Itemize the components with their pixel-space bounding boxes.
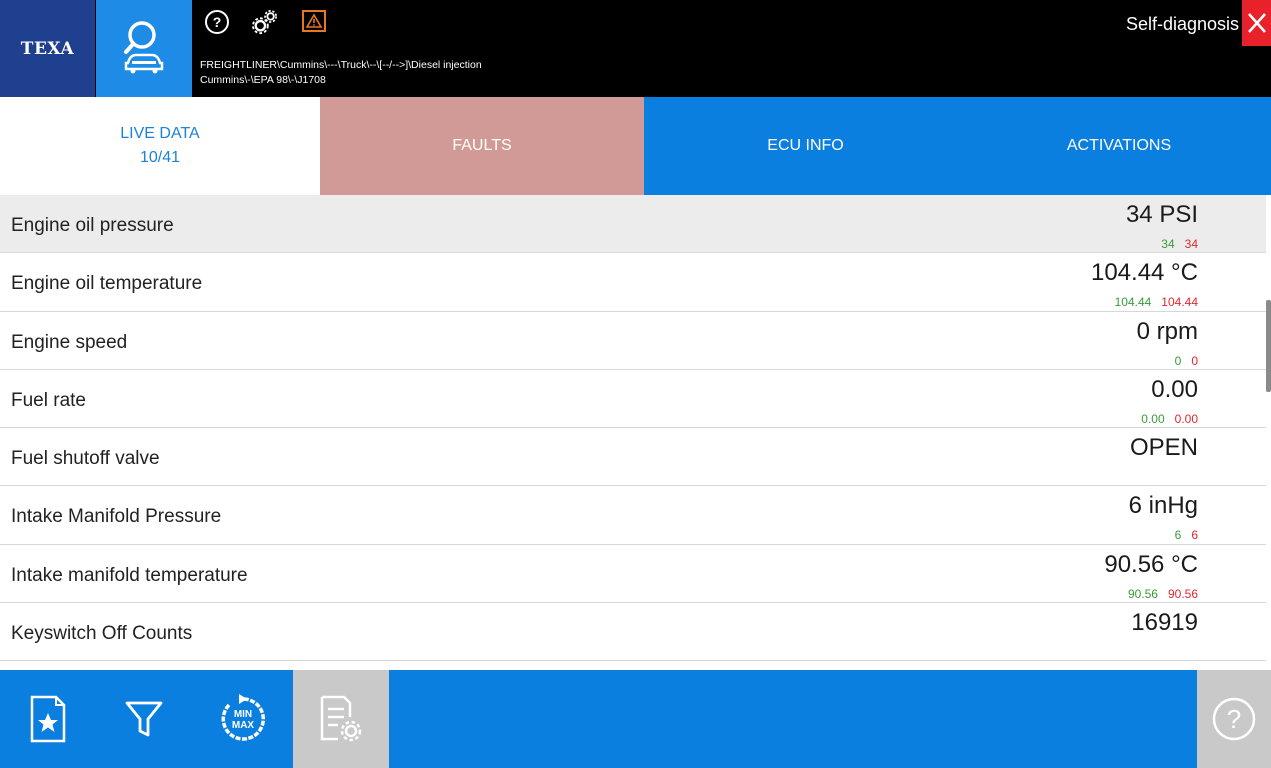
min-value: 6 [1174, 528, 1182, 543]
min-value: 104.44 [1114, 295, 1152, 310]
table-row[interactable]: Fuel shutoff valve OPEN [0, 428, 1266, 487]
min-value: 34 [1161, 237, 1175, 251]
parameter-value: 104.44 °C [1090, 259, 1198, 287]
diagnosis-search-car-icon [124, 20, 164, 73]
list-settings-button[interactable] [293, 670, 389, 768]
settings-gears-icon[interactable] [252, 9, 278, 35]
warning-icon[interactable] [301, 9, 327, 35]
parameter-value: 6 inHg [1128, 492, 1198, 520]
table-row[interactable]: Engine speed 0 rpm 00 [0, 311, 1266, 370]
parameter-name: Engine oil temperature [11, 273, 203, 295]
diagnosis-button[interactable] [96, 0, 192, 97]
tab-faults-label: FAULTS [452, 137, 512, 154]
min-max-reset-icon: MIN MAX [221, 694, 265, 741]
min-max-values: 66 [1175, 528, 1198, 542]
close-button[interactable] [1242, 0, 1271, 46]
section-tabs: LIVE DATA 10/41 FAULTS ECU INFO ACTIVATI… [0, 97, 1271, 195]
max-value: 0.00 [1174, 411, 1198, 426]
min-max-values: 34 34 [1161, 237, 1198, 251]
help-icon: ? [1212, 697, 1256, 741]
table-row[interactable]: Intake manifold temperature 90.56 °C 90.… [0, 544, 1266, 604]
table-row[interactable]: Keyswitch Off Counts 16919 [0, 603, 1266, 662]
max-value: 90.56 [1167, 586, 1198, 601]
parameter-value: 16919 [1131, 609, 1198, 637]
tab-activations-label: ACTIVATIONS [1066, 137, 1172, 154]
bottom-toolbar: MIN MAX ? [0, 670, 1271, 768]
min-value: 90.56 [1127, 586, 1158, 601]
logo-text: TEXA [20, 38, 75, 59]
parameter-name: Intake Manifold Pressure [11, 506, 222, 528]
tab-faults[interactable]: FAULTS [320, 97, 644, 195]
favorites-icon [30, 695, 65, 743]
table-row[interactable]: Intake Manifold Pressure 6 inHg 66 [0, 486, 1266, 545]
list-settings-icon [320, 695, 362, 742]
parameter-name: Fuel shutoff valve [11, 448, 160, 470]
parameter-name: Keyswitch Off Counts [11, 623, 193, 645]
parameter-value: 0.00 [1151, 375, 1198, 403]
max-value: 6 [1191, 528, 1198, 543]
min-max-values: 0.00 0.00 [1141, 412, 1198, 426]
page-title: Self-diagnosis [1125, 14, 1239, 34]
breadcrumb-line-2: Cummins\-\EPA 98\-\J1708 [200, 74, 326, 86]
tab-live-data-count: 10/41 [139, 149, 181, 166]
live-data-list: Engine oil pressure 34 PSI 34 34 Engine o… [0, 195, 1266, 670]
help-icon[interactable]: ? [204, 9, 230, 35]
tab-live-data-label: LIVE DATA [120, 125, 200, 142]
parameter-value: 34 PSI [1125, 201, 1198, 228]
parameter-name: Intake manifold temperature [11, 564, 248, 586]
tab-live-data[interactable]: LIVE DATA 10/41 [0, 97, 320, 195]
favorites-button[interactable] [0, 670, 95, 768]
texa-logo: TEXA [0, 0, 95, 97]
parameter-name: Engine oil pressure [11, 215, 174, 236]
filter-icon [125, 701, 163, 737]
tab-ecu-info[interactable]: ECU INFO [644, 97, 967, 195]
parameter-name: Fuel rate [11, 389, 86, 411]
list-scrollbar[interactable] [1266, 300, 1271, 392]
min-max-reset-button[interactable]: MIN MAX [193, 670, 293, 768]
min-max-values: 90.56 90.56 [1128, 587, 1198, 601]
svg-text:?: ? [1227, 704, 1241, 734]
min-value: 0 [1174, 353, 1182, 368]
max-value: 104.44 [1161, 295, 1198, 310]
min-max-values: 00 [1175, 354, 1198, 368]
max-value: 0 [1191, 353, 1198, 368]
minmax-label-top: MIN [234, 709, 252, 720]
vehicle-breadcrumb: FREIGHTLINER\Cummins\---\Truck\--\[--/--… [200, 58, 540, 88]
breadcrumb-line-1: FREIGHTLINER\Cummins\---\Truck\--\[--/--… [200, 59, 482, 71]
min-value: 0.00 [1141, 411, 1165, 426]
table-row[interactable]: Engine oil pressure 34 PSI 34 34 [0, 195, 1266, 254]
top-bar: TEXA ? FREIGHTLINER\Cummins\---\Truck\--… [0, 0, 1271, 97]
tab-activations[interactable]: ACTIVATIONS [967, 97, 1271, 195]
tab-ecu-info-label: ECU INFO [767, 137, 844, 154]
parameter-name: Engine speed [11, 331, 128, 353]
close-icon [1247, 13, 1266, 33]
filter-button[interactable] [95, 670, 193, 768]
parameter-value: OPEN [1129, 434, 1198, 462]
max-value: 34 [1184, 237, 1198, 251]
help-button[interactable]: ? [1197, 670, 1271, 768]
parameter-value: 90.56 °C [1104, 550, 1198, 578]
parameter-value: 0 rpm [1136, 317, 1198, 345]
svg-text:?: ? [213, 14, 222, 30]
table-row[interactable]: Fuel rate 0.00 0.00 0.00 [0, 369, 1266, 429]
table-row[interactable]: Engine oil temperature 104.44 °C 104.44 1… [0, 253, 1266, 312]
min-max-values: 104.44 104.44 [1115, 295, 1198, 309]
minmax-label-bottom: MAX [232, 720, 255, 731]
